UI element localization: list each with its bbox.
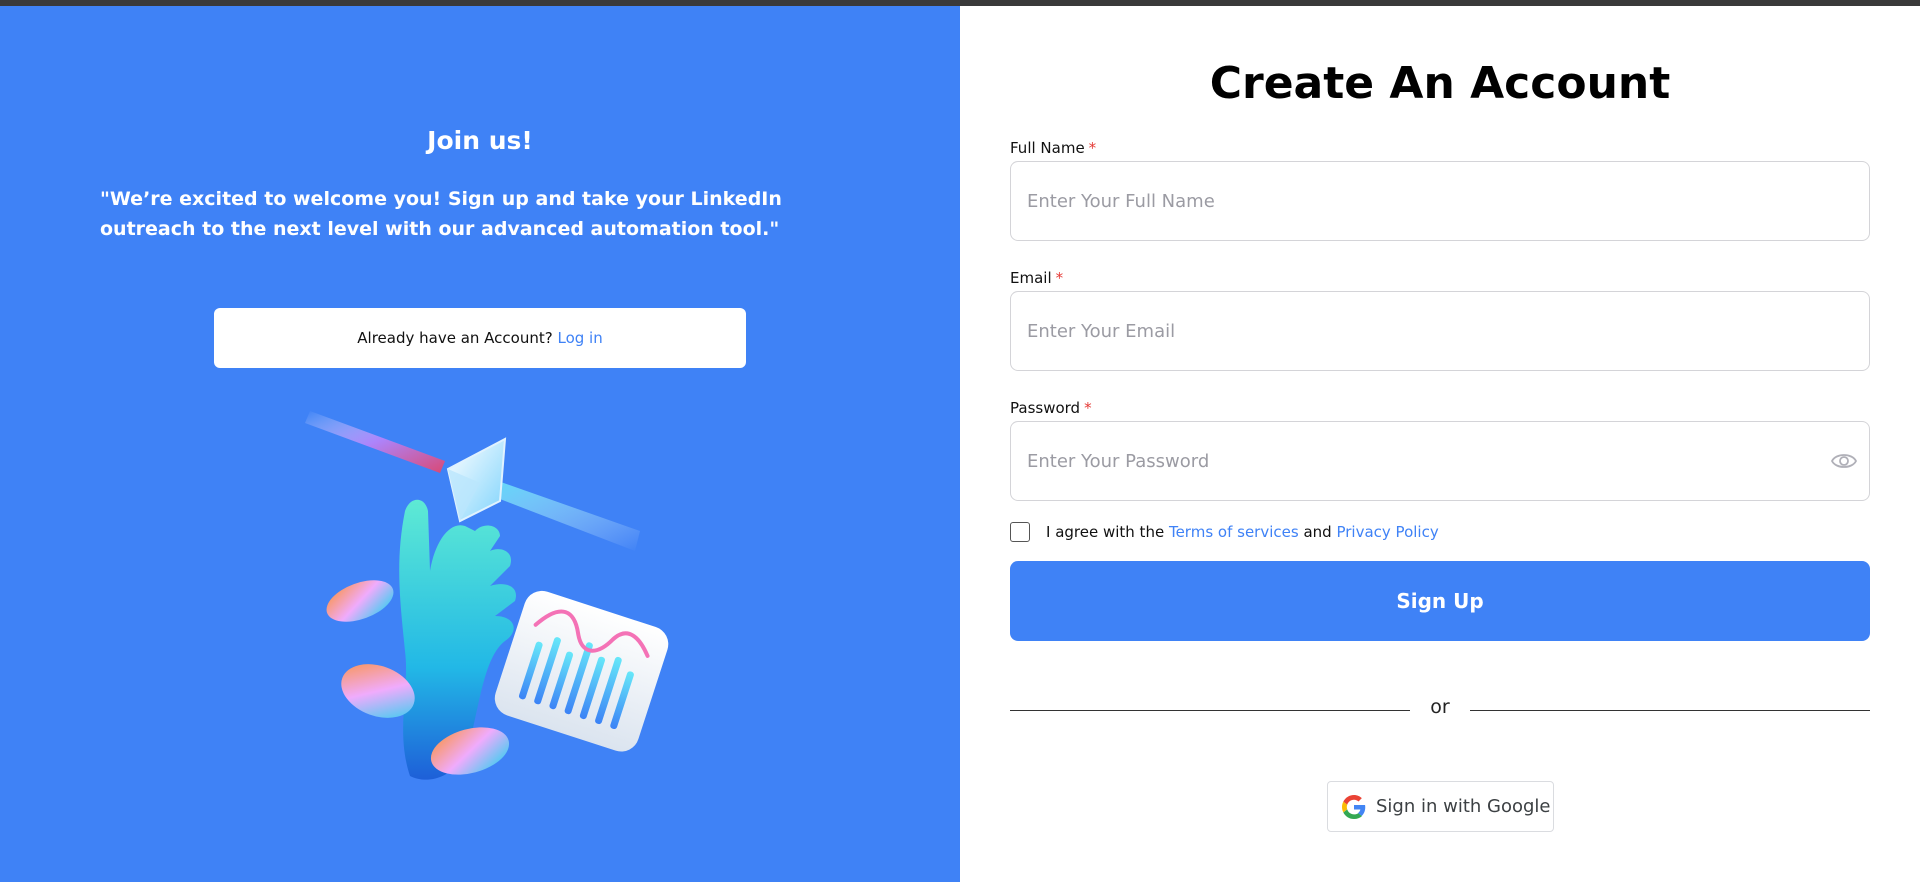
- email-label-text: Email: [1010, 269, 1052, 287]
- divider-right: [1470, 710, 1870, 711]
- email-field[interactable]: [1010, 291, 1870, 371]
- password-field[interactable]: [1010, 421, 1870, 501]
- login-prompt-text: Already have an Account?: [357, 329, 553, 347]
- welcome-quote: "We’re excited to welcome you! Sign up a…: [100, 188, 782, 240]
- email-label: Email *: [1010, 269, 1063, 287]
- required-marker: *: [1088, 139, 1097, 157]
- welcome-panel: Join us! "We’re excited to welcome you! …: [0, 6, 960, 882]
- login-link[interactable]: Log in: [557, 329, 602, 347]
- full-name-input[interactable]: [1027, 162, 1817, 240]
- google-button-label: Sign in with Google: [1376, 796, 1551, 817]
- email-input[interactable]: [1027, 292, 1817, 370]
- google-logo-icon: [1342, 794, 1366, 819]
- terms-agreement: I agree with the Terms of services and P…: [1010, 520, 1439, 544]
- sign-up-button[interactable]: Sign Up: [1010, 561, 1870, 641]
- password-input[interactable]: [1027, 422, 1817, 500]
- terms-checkbox[interactable]: [1010, 522, 1030, 542]
- full-name-field[interactable]: [1010, 161, 1870, 241]
- privacy-link[interactable]: Privacy Policy: [1336, 523, 1438, 541]
- required-marker: *: [1084, 399, 1092, 417]
- page-title: Create An Account: [1209, 58, 1671, 109]
- divider-left: [1010, 710, 1410, 711]
- agree-and: and: [1303, 523, 1332, 541]
- divider-or: or: [1430, 696, 1450, 718]
- full-name-label-text: Full Name: [1010, 139, 1085, 157]
- terms-link[interactable]: Terms of services: [1169, 523, 1299, 541]
- required-marker: *: [1055, 269, 1064, 287]
- full-name-label: Full Name *: [1010, 139, 1096, 157]
- join-title: Join us!: [427, 126, 533, 155]
- password-label-text: Password: [1010, 399, 1081, 417]
- signup-panel: Create An Account Full Name* Email* Pass…: [960, 6, 1920, 882]
- eye-icon[interactable]: [1831, 450, 1857, 472]
- agree-prefix: I agree with the: [1046, 523, 1165, 541]
- google-sign-in-button[interactable]: Sign in with Google: [1327, 781, 1554, 832]
- password-label: Password *: [1010, 399, 1092, 417]
- hand-crystal-chart-illustration: [305, 411, 669, 780]
- login-prompt-box: Already have an Account? Log in: [214, 308, 746, 368]
